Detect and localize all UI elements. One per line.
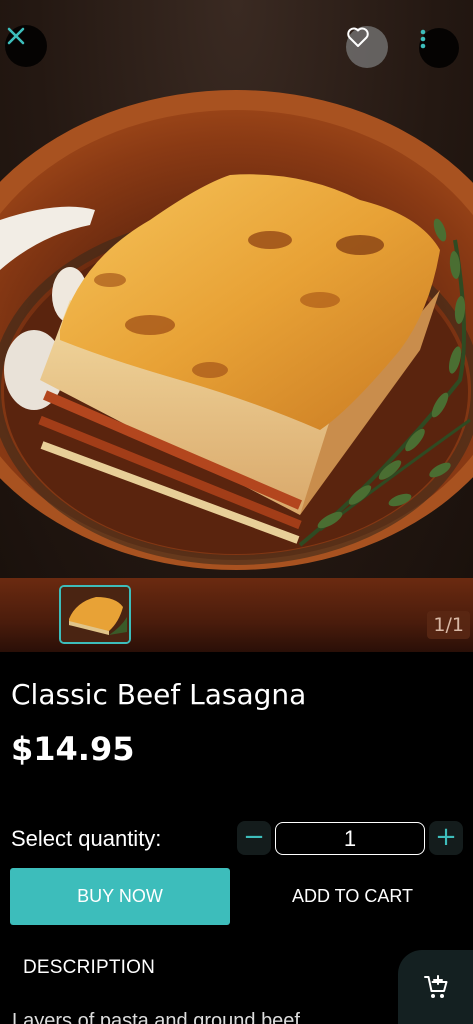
close-button[interactable] [5,25,47,67]
quantity-increase-button[interactable]: + [429,821,463,855]
heart-outline-icon [347,27,369,47]
quantity-decrease-button[interactable]: − [237,821,271,855]
description-text: Layers of pasta and ground beef [12,1012,432,1024]
cart-fab-button[interactable] [398,950,473,1024]
tab-description[interactable]: DESCRIPTION [23,957,155,979]
thumbnail-1[interactable] [59,585,131,644]
add-to-cart-icon [423,975,447,998]
more-vertical-icon [420,29,426,49]
image-counter: 1/1 [427,611,470,639]
thumbnail-strip: 1/1 [0,578,473,652]
close-icon [7,27,25,45]
product-image[interactable] [0,0,473,578]
product-price: $14.95 [11,730,135,768]
favorite-button[interactable] [346,26,388,68]
product-title: Classic Beef Lasagna [11,678,307,711]
add-to-cart-button[interactable]: ADD TO CART [245,868,460,925]
more-options-button[interactable] [419,28,459,68]
quantity-input[interactable] [275,822,425,855]
thumbnail-image [61,587,129,642]
description-text-line: Layers of pasta and ground beef [12,1012,300,1024]
lasagna-photo [0,90,473,570]
buy-now-button[interactable]: BUY NOW [10,868,230,925]
quantity-label: Select quantity: [11,826,162,851]
